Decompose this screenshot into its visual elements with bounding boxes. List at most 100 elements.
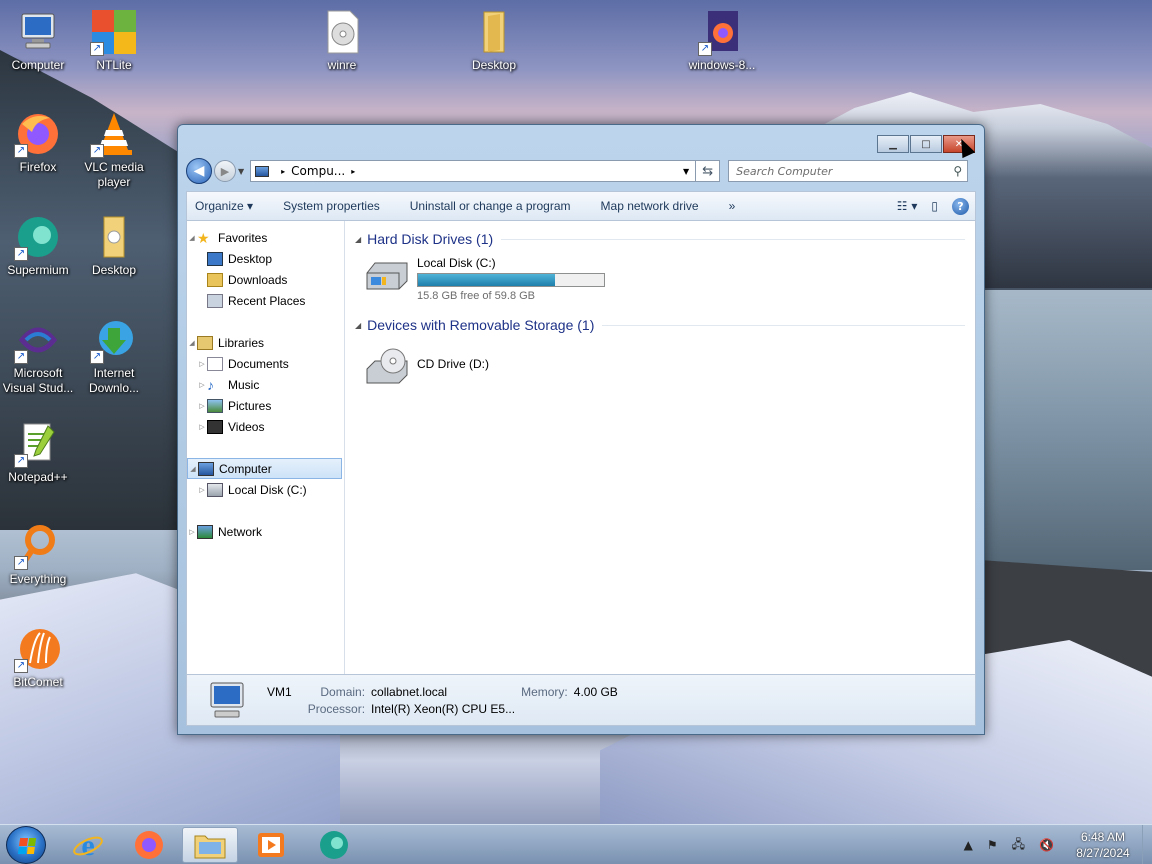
desktop-icon-everything[interactable]: ↗ Everything [0,522,76,587]
media-player-icon [258,833,284,857]
desktop-icon-label: Desktop [471,58,517,72]
breadcrumb-separator[interactable]: ▸ [351,167,355,176]
back-button[interactable]: ◀ [186,158,212,184]
desktop-icon-vlc[interactable]: ↗ VLC media player [76,110,152,190]
action-center-flag-icon[interactable]: ⚑ [987,838,998,852]
collapse-arrow-icon[interactable]: ◢ [187,234,197,242]
system-properties-button[interactable]: System properties [283,199,380,213]
start-button[interactable] [6,826,46,864]
desktop-icon-bitcomet[interactable]: ↗ BitComet [0,625,76,690]
collapse-arrow-icon[interactable]: ◢ [355,321,361,330]
everything-search-icon: ↗ [14,522,62,570]
processor-label: Processor: [307,701,366,716]
refresh-icon: ⇆ [702,163,714,179]
address-dropdown-icon[interactable]: ▼ [683,167,689,176]
nav-favorites[interactable]: ◢ ★ Favorites [187,227,344,248]
drive-local-disk-c[interactable]: Local Disk (C:) 15.8 GB free of 59.8 GB [363,255,965,303]
nav-computer[interactable]: ◢ Computer [187,458,342,479]
desktop-icon-label: NTLite [96,58,132,72]
taskbar-media-player[interactable] [243,827,299,863]
collapse-arrow-icon[interactable]: ◢ [187,339,197,347]
group-header-hard-disks[interactable]: ◢ Hard Disk Drives (1) [355,229,965,249]
nav-lib-documents[interactable]: ▷ Documents [187,353,344,374]
computer-name: VM1 [267,684,292,699]
show-desktop-button[interactable] [1142,825,1152,864]
minimize-button[interactable]: ▁ [877,135,909,153]
nav-fav-desktop[interactable]: Desktop [187,248,344,269]
nav-fav-recent[interactable]: Recent Places [187,290,344,311]
desktop-icon-label: Notepad++ [8,470,68,484]
breadcrumb-separator[interactable]: ▸ [281,167,285,176]
desktop-icon-label: Firefox [19,160,57,174]
group-title: Devices with Removable Storage (1) [367,317,595,333]
desktop-icon-ntlite[interactable]: ↗ NTLite [76,8,152,73]
drive-cd-d[interactable]: CD Drive (D:) [363,345,965,393]
clock[interactable]: 6:48 AM 8/27/2024 [1068,829,1138,861]
maximize-button[interactable]: □ [910,135,942,153]
desktop-icon-computer[interactable]: Computer [0,8,76,73]
collapse-arrow-icon[interactable]: ◢ [188,465,198,473]
expand-arrow-icon[interactable]: ▷ [197,423,207,431]
change-view-icon[interactable]: ☷ ▾ [897,199,918,213]
help-icon[interactable]: ? [952,197,969,215]
nav-lib-videos[interactable]: ▷ Videos [187,416,344,437]
nav-libraries[interactable]: ◢ Libraries [187,332,344,353]
expand-arrow-icon[interactable]: ▷ [187,528,197,536]
taskbar-file-explorer[interactable] [182,827,238,863]
taskbar-internet-explorer[interactable]: e [60,827,116,863]
desktop-icon-winre[interactable]: winre [304,8,380,73]
details-grid: VM1 Domain: collabnet.local Memory: 4.00… [267,685,618,716]
clock-date: 8/27/2024 [1076,846,1130,860]
forward-button[interactable]: ▶ [214,160,236,182]
nav-label: Computer [219,461,272,476]
search-icon[interactable]: ⚲ [953,164,962,178]
show-hidden-icons-icon[interactable]: ▲ [964,838,973,852]
search-input[interactable]: Search Computer ⚲ [728,160,969,182]
nav-fav-downloads[interactable]: Downloads [187,269,344,290]
desktop-icon-desktop-folder[interactable]: Desktop [456,8,532,73]
desktop-icon-notepadpp[interactable]: ↗ Notepad++ [0,420,76,485]
domain-label: Domain: [320,684,366,699]
hard-drive-icon [363,255,411,295]
expand-arrow-icon[interactable]: ▷ [197,402,207,410]
uninstall-program-button[interactable]: Uninstall or change a program [410,199,571,213]
desktop-icon-firefox[interactable]: ↗ Firefox [0,110,76,175]
more-commands-button[interactable]: » [729,199,736,213]
network-status-icon[interactable]: 🖧 [1012,835,1025,856]
desktop-icon-desktop-2[interactable]: Desktop [76,213,152,278]
map-network-drive-button[interactable]: Map network drive [601,199,699,213]
supermium-icon: ↗ [14,213,62,261]
expand-arrow-icon[interactable]: ▷ [197,360,207,368]
desktop-icon-label: Microsoft Visual Stud... [2,366,74,395]
nav-lib-music[interactable]: ▷ ♪ Music [187,374,344,395]
drive-name: Local Disk (C:) [417,256,496,270]
expand-arrow-icon[interactable]: ▷ [197,381,207,389]
preview-pane-icon[interactable]: ▯ [931,199,938,213]
nav-label: Favorites [218,230,268,245]
collapse-arrow-icon[interactable]: ◢ [355,235,361,244]
drive-name: CD Drive (D:) [417,357,489,371]
address-bar[interactable]: ▸ Compu... ▸ ▼ [250,160,697,182]
recent-pages-dropdown[interactable]: ▼ [238,167,244,176]
folder-icon [194,835,226,859]
desktop-icon-supermium[interactable]: ↗ Supermium [0,213,76,278]
nav-lib-pictures[interactable]: ▷ Pictures [187,395,344,416]
group-header-removable[interactable]: ◢ Devices with Removable Storage (1) [355,315,965,335]
desktop-icon-label: Desktop [91,263,137,277]
windows-logo-icon [17,838,37,854]
breadcrumb-computer[interactable]: Compu... [291,164,345,178]
recent-places-icon [207,293,223,308]
expand-arrow-icon[interactable]: ▷ [197,486,207,494]
organize-menu[interactable]: Organize ▾ [195,199,253,213]
desktop-icon-windows-8[interactable]: ↗ windows-8... [684,8,760,73]
taskbar-supermium[interactable] [306,827,362,863]
volume-muted-icon[interactable]: 🔇 [1039,838,1054,852]
refresh-button[interactable]: ⇆ [696,160,721,182]
command-bar: Organize ▾ System properties Uninstall o… [186,191,976,221]
nav-local-disk[interactable]: ▷ Local Disk (C:) [187,479,344,500]
nav-network[interactable]: ▷ Network [187,521,344,542]
desktop-icon-visual-studio[interactable]: ↗ Microsoft Visual Stud... [0,316,76,396]
desktop-icon-internet-download-manager[interactable]: ↗ Internet Downlo... [76,316,152,396]
shortcut-arrow-icon: ↗ [14,247,28,261]
taskbar-firefox[interactable] [121,827,177,863]
